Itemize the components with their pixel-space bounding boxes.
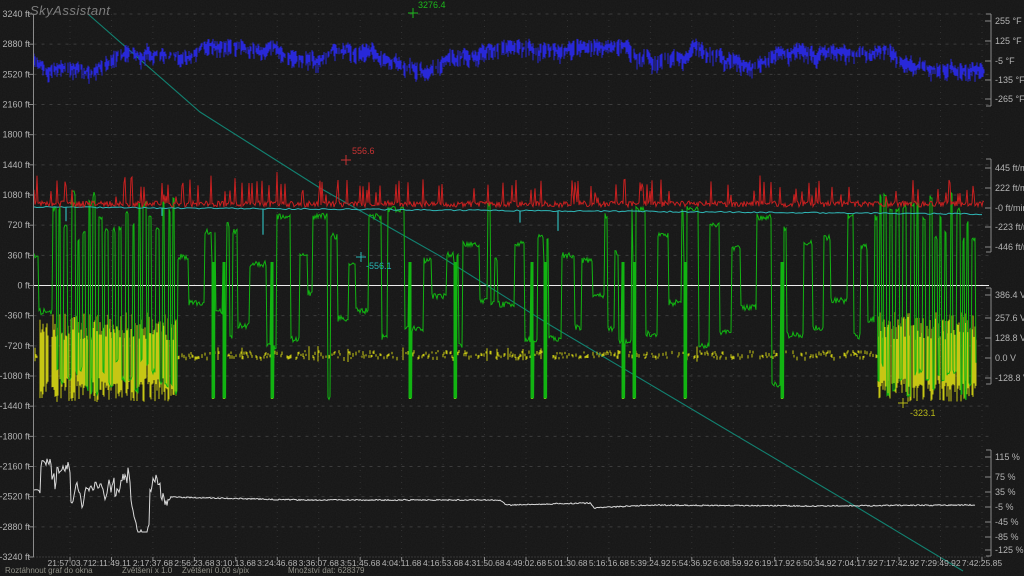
temperature-tick-label: -5 °F: [995, 56, 1015, 66]
altitude-tick-label: 1080 ft: [2, 190, 30, 200]
altitude-tick-label: 720 ft: [7, 220, 30, 230]
skyassistant-window: 3240 ft 2880 ft 2520 ft 2160 ft 1800 ft 1440 …: [0, 0, 1024, 576]
vario-tick-label: -0 ft/min: [995, 203, 1024, 213]
altitude-tick-label: -1800 ft: [0, 431, 30, 441]
altitude-tick-label: -2880 ft: [0, 522, 30, 532]
altitude-tick-label: 1440 ft: [2, 160, 30, 170]
altitude-tick-label: 2160 ft: [2, 100, 30, 110]
altitude-tick-label: -1440 ft: [0, 401, 30, 411]
temperature-tick-label: -135 °F: [995, 75, 1024, 85]
status-bar: Roztáhnout graf do okna Zvětšení x 1.0 Z…: [0, 565, 1024, 576]
altitude-tick-label: 360 ft: [7, 250, 30, 260]
altitude-tick-label: -360 ft: [4, 311, 30, 321]
altitude-tick-label: 0 ft: [17, 281, 30, 291]
altitude-tick-label: -2520 ft: [0, 492, 30, 502]
status-zoom-factor: Zvětšení x 1.0: [122, 566, 173, 575]
percent-tick-label: -85 %: [995, 532, 1019, 542]
vario-tick-label: -223 ft/min: [995, 222, 1024, 232]
status-data-count: Množství dat: 628379: [288, 566, 365, 575]
cursor-marker-value: -323.1: [910, 408, 936, 418]
altitude-tick-label: 1800 ft: [2, 130, 30, 140]
voltage-tick-label: -128.8 V: [995, 373, 1024, 383]
altitude-tick-label: -720 ft: [4, 341, 30, 351]
altitude-tick-label: 3240 ft: [2, 9, 30, 19]
percent-tick-label: 75 %: [995, 472, 1016, 482]
percent-tick-label: -45 %: [995, 517, 1019, 527]
percent-tick-label: -125 %: [995, 545, 1024, 555]
cursor-marker-value: -556.1: [366, 261, 392, 271]
voltage-tick-label: 0.0 V: [995, 353, 1016, 363]
temperature-tick-label: 255 °F: [995, 16, 1022, 26]
percent-tick-label: 35 %: [995, 487, 1016, 497]
status-fit-graph-to-window[interactable]: Roztáhnout graf do okna: [5, 566, 93, 575]
voltage-tick-label: 257.6 V: [995, 313, 1024, 323]
background-noise: [0, 0, 1024, 576]
temperature-tick-label: 125 °F: [995, 36, 1022, 46]
app-title: SkyAssistant: [30, 3, 111, 18]
altitude-tick-label: 2520 ft: [2, 69, 30, 79]
voltage-tick-label: 386.4 V: [995, 290, 1024, 300]
vario-tick-label: -446 ft/min: [995, 242, 1024, 252]
cursor-marker-value: 556.6: [352, 146, 375, 156]
altitude-tick-label: 2880 ft: [2, 39, 30, 49]
altitude-tick-label: -2160 ft: [0, 462, 30, 472]
vario-tick-label: 222 ft/min: [995, 183, 1024, 193]
vario-tick-label: 445 ft/min: [995, 163, 1024, 173]
cursor-marker-value: 3276.4: [418, 0, 446, 10]
altitude-tick-label: -3240 ft: [0, 552, 30, 562]
voltage-tick-label: 128.8 V: [995, 333, 1024, 343]
altitude-tick-label: -1080 ft: [0, 371, 30, 381]
flight-log-chart[interactable]: 3240 ft 2880 ft 2520 ft 2160 ft 1800 ft 1440 …: [0, 0, 1024, 576]
percent-tick-label: 115 %: [995, 452, 1020, 462]
percent-tick-label: -5 %: [995, 502, 1014, 512]
status-zoom-resolution: Zvětšení 0.00 s/pix: [182, 566, 250, 575]
temperature-tick-label: -265 °F: [995, 94, 1024, 104]
